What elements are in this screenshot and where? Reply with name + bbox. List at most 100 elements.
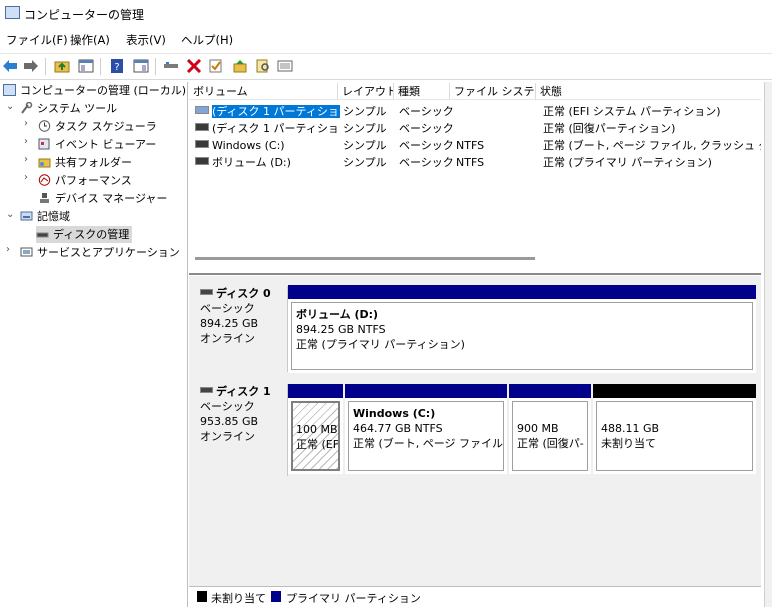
tree-event-viewer-label: イベント ビューアー xyxy=(55,138,157,151)
menu-file[interactable]: ファイル(F) xyxy=(6,32,68,48)
partition-unallocated[interactable]: 488.11 GB 未割り当て xyxy=(593,384,756,474)
volume-layout: シンプル xyxy=(343,122,387,135)
column-header-layout[interactable]: レイアウト xyxy=(338,83,394,100)
clock-icon xyxy=(38,120,51,132)
tree-disk-management-label: ディスクの管理 xyxy=(53,228,130,241)
column-header-volume[interactable]: ボリューム xyxy=(189,83,338,100)
volume-icon xyxy=(195,157,209,165)
disk-name: ディスク 0 xyxy=(216,287,271,300)
chevron-down-icon[interactable]: ⌄ xyxy=(6,101,14,112)
partition-size: 100 MB xyxy=(296,423,338,436)
volume-icon xyxy=(195,140,209,148)
pane-divider[interactable] xyxy=(189,273,761,275)
partition-c[interactable]: Windows (C:) 464.77 GB NTFS 正常 (ブート, ページ… xyxy=(345,384,507,474)
partition-band-primary xyxy=(288,384,343,398)
volume-type: ベーシック xyxy=(399,105,454,118)
disk-state: オンライン xyxy=(200,332,255,345)
volume-filesystem: NTFS xyxy=(456,139,485,152)
computer-management-icon xyxy=(5,6,20,19)
chevron-right-icon[interactable]: › xyxy=(24,154,28,165)
menu-action[interactable]: 操作(A) xyxy=(70,32,110,48)
partition-recovery[interactable]: 900 MB 正常 (回復パ- xyxy=(509,384,591,474)
tree-shared-folders[interactable]: 共有フォルダー xyxy=(38,154,132,171)
connect-icon[interactable] xyxy=(162,57,180,75)
tree-storage[interactable]: 記憶域 xyxy=(20,208,70,225)
partition-name: ボリューム (D:) xyxy=(296,308,379,321)
volume-row[interactable]: (ディスク 1 パーティション 4) シンプル ベーシック 正常 (回復パーティ… xyxy=(189,120,761,137)
console-tree-icon[interactable] xyxy=(77,57,95,75)
tree-performance[interactable]: パフォーマンス xyxy=(38,172,132,189)
device-manager-icon xyxy=(38,192,51,204)
partition-status: 未割り当て xyxy=(601,437,656,450)
partition-name: Windows (C:) xyxy=(353,407,436,420)
menu-view[interactable]: 表示(V) xyxy=(126,32,166,48)
menu-help[interactable]: ヘルプ(H) xyxy=(181,32,233,48)
tree-device-manager[interactable]: デバイス マネージャー xyxy=(38,190,167,207)
disk-0-label[interactable]: ディスク 0 ベーシック 894.25 GB オンライン xyxy=(191,286,288,372)
forward-arrow-icon[interactable] xyxy=(22,57,40,75)
chevron-right-icon[interactable]: › xyxy=(24,172,28,183)
column-header-filesystem[interactable]: ファイル システム xyxy=(450,83,536,100)
chevron-right-icon[interactable]: › xyxy=(24,118,28,129)
column-header-type[interactable]: 種類 xyxy=(394,83,450,100)
volume-status: 正常 (ブート, ページ ファイル, クラッシュ ダンプ, ベ xyxy=(543,139,761,152)
tree-shared-folders-label: 共有フォルダー xyxy=(55,156,132,169)
console-tree: コンピューターの管理 (ローカル) ⌄ システム ツール › タスク スケジュー… xyxy=(0,82,186,607)
volume-status: 正常 (プライマリ パーティション) xyxy=(543,156,712,169)
volume-status: 正常 (回復パーティション) xyxy=(543,122,676,135)
tree-task-scheduler[interactable]: タスク スケジューラ xyxy=(38,118,157,135)
disk-state: オンライン xyxy=(200,430,255,443)
partition-size: 894.25 GB NTFS xyxy=(296,323,386,336)
partition-d[interactable]: ボリューム (D:) 894.25 GB NTFS 正常 (プライマリ パーティ… xyxy=(288,285,756,373)
volume-icon xyxy=(195,123,209,131)
chevron-right-icon[interactable]: › xyxy=(24,136,28,147)
pane-splitter[interactable] xyxy=(187,82,188,607)
tree-root[interactable]: コンピューターの管理 (ローカル) xyxy=(3,82,186,99)
partition-efi[interactable]: 100 MB 正常 (EF xyxy=(288,384,343,474)
tree-system-tools[interactable]: システム ツール xyxy=(20,100,117,117)
toolbar-separator xyxy=(100,58,101,75)
volume-list: ボリューム レイアウト 種類 ファイル システム 状態 (ディスク 1 パーティ… xyxy=(189,83,761,273)
refresh-icon[interactable] xyxy=(231,57,249,75)
disk-kind: ベーシック xyxy=(200,302,255,315)
legend-swatch-primary xyxy=(271,591,281,602)
back-arrow-icon[interactable] xyxy=(1,57,19,75)
partition-band-primary xyxy=(288,285,756,299)
tree-services-apps[interactable]: サービスとアプリケーション xyxy=(20,244,180,261)
disk-icon xyxy=(200,387,213,393)
disk-1-label[interactable]: ディスク 1 ベーシック 953.85 GB オンライン xyxy=(191,384,288,476)
partition-size: 464.77 GB NTFS xyxy=(353,422,443,435)
help-icon[interactable]: ? xyxy=(108,57,126,75)
volume-status: 正常 (EFI システム パーティション) xyxy=(543,105,721,118)
tree-root-label: コンピューターの管理 (ローカル) xyxy=(20,84,187,97)
volume-type: ベーシック xyxy=(399,139,454,152)
legend-label-unallocated: 未割り当て xyxy=(211,592,266,605)
volume-row[interactable]: Windows (C:) シンプル ベーシック NTFS 正常 (ブート, ペー… xyxy=(189,137,761,154)
legend: 未割り当て プライマリ パーティション xyxy=(189,586,761,608)
properties-icon[interactable] xyxy=(207,57,225,75)
tree-disk-management[interactable]: ディスクの管理 xyxy=(36,226,133,243)
partition-status: 正常 (回復パ- xyxy=(517,437,584,450)
action-pane-icon[interactable] xyxy=(132,57,150,75)
volume-icon xyxy=(195,106,209,114)
find-icon[interactable] xyxy=(254,57,272,75)
volume-row[interactable]: ボリューム (D:) シンプル ベーシック NTFS 正常 (プライマリ パーテ… xyxy=(189,154,761,171)
delete-icon[interactable] xyxy=(185,57,203,75)
column-header-status[interactable]: 状態 xyxy=(536,83,761,100)
chevron-down-icon[interactable]: ⌄ xyxy=(6,209,14,220)
storage-icon xyxy=(20,210,33,222)
legend-label-primary: プライマリ パーティション xyxy=(286,592,421,605)
volume-name: (ディスク 1 パーティション 1) xyxy=(211,104,340,119)
list-view-icon[interactable] xyxy=(276,57,294,75)
tree-services-apps-label: サービスとアプリケーション xyxy=(37,246,180,259)
horizontal-scrollbar[interactable] xyxy=(195,257,535,260)
partition-band-unallocated xyxy=(593,384,756,398)
disk-kind: ベーシック xyxy=(200,400,255,413)
volume-row[interactable]: (ディスク 1 パーティション 1) シンプル ベーシック 正常 (EFI シス… xyxy=(189,103,761,120)
chevron-right-icon[interactable]: › xyxy=(6,244,10,255)
tools-icon xyxy=(20,101,33,114)
tree-event-viewer[interactable]: イベント ビューアー xyxy=(38,136,156,153)
toolbar: ? xyxy=(0,53,772,80)
up-folder-icon[interactable] xyxy=(53,57,71,75)
computer-management-icon xyxy=(3,84,16,96)
